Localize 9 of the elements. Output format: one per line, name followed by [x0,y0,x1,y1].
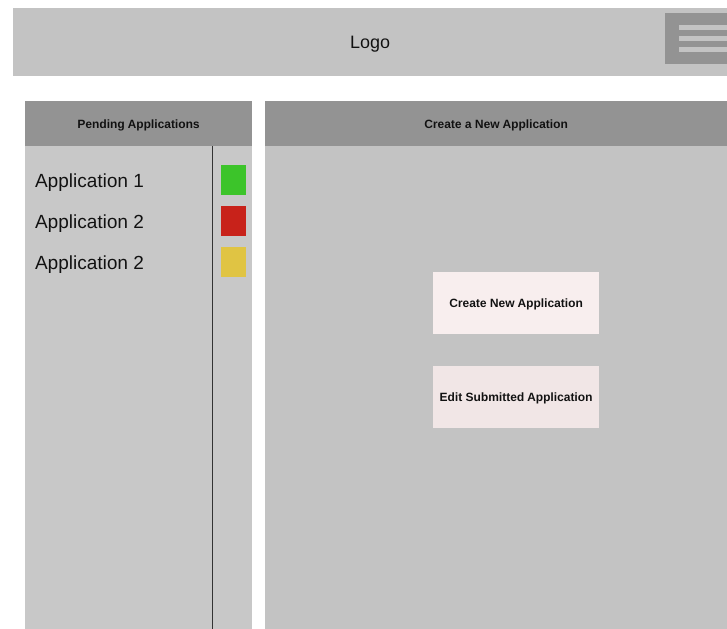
panel-title: Pending Applications [25,101,252,146]
menu-icon[interactable] [665,13,727,64]
action-button[interactable]: Edit Submitted Application [433,366,599,428]
application-item[interactable]: Application 2 [25,250,212,278]
application-item[interactable]: Application 2 [25,209,212,237]
logo: Logo [350,32,390,52]
application-item[interactable]: Application 1 [25,168,212,196]
action-button[interactable]: Create New Application [433,272,599,334]
panel-title: Create a New Application [265,101,727,146]
